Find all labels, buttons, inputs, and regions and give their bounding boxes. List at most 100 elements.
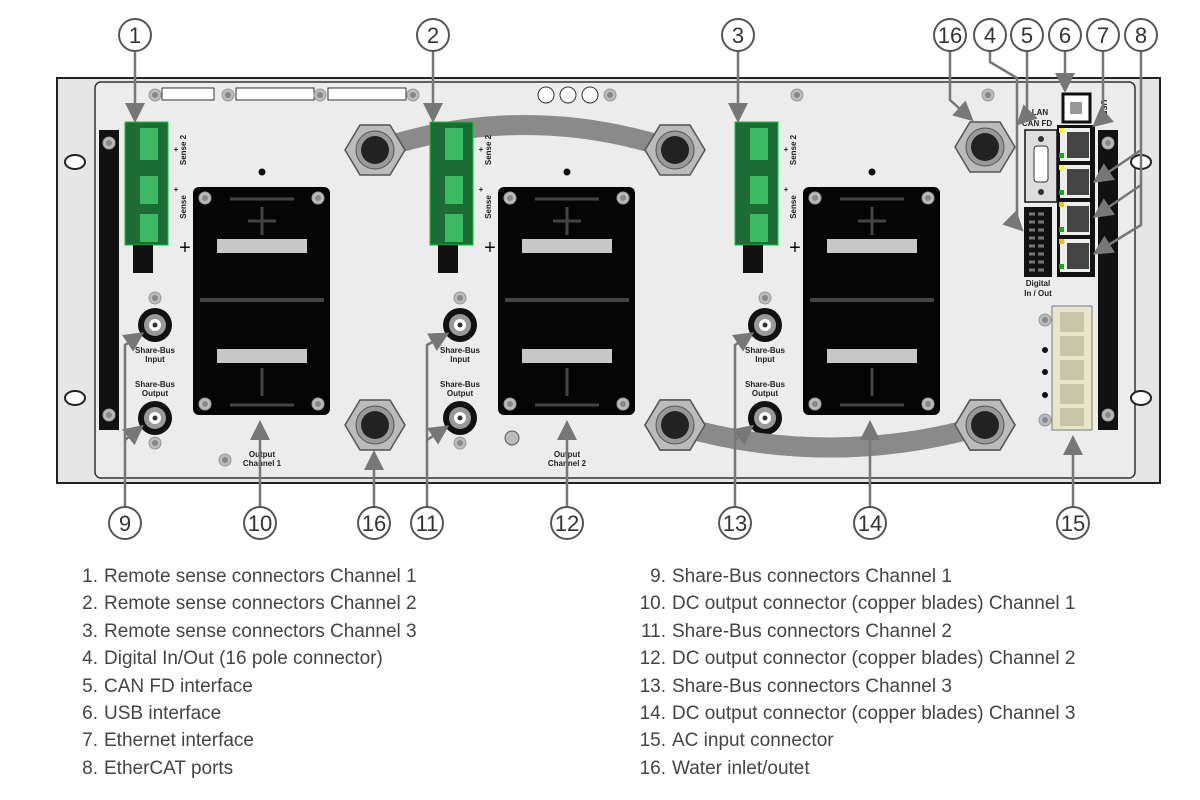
legend-text: EtherCAT ports — [104, 757, 234, 779]
panel-label: + — [479, 145, 484, 154]
panel-label: Share-Bus — [135, 346, 176, 355]
left-rail — [99, 130, 119, 430]
panel-label: + — [784, 185, 789, 194]
legend-item: 4. Digital In/Out (16 pole connector) — [60, 645, 417, 672]
callout-2: 2 — [427, 23, 439, 48]
legend-number: 6. — [82, 703, 98, 725]
callout-12: 12 — [555, 511, 579, 536]
svg-text:+: + — [484, 237, 496, 259]
legend-number: 3. — [82, 620, 98, 642]
panel-label: + — [174, 145, 179, 154]
callout-8: 8 — [1135, 23, 1147, 48]
legend-number: 13. — [639, 675, 666, 697]
callout-16b: 16 — [362, 511, 386, 536]
legend-left: 1. Remote sense connectors Channel 1 2. Rem… — [60, 563, 417, 782]
legend-number: 1. — [82, 566, 98, 587]
rj45-port — [1059, 239, 1090, 272]
vent-slot — [161, 87, 215, 101]
legend-number: 12. — [639, 648, 666, 670]
legend-text: USB interface — [104, 703, 222, 725]
legend-text: CAN FD interface — [104, 675, 253, 697]
legend-text: Share-Bus connectors Channel 3 — [672, 675, 952, 697]
rack-handle-hole — [64, 154, 86, 170]
legend-text: Remote sense connectors Channel 2 — [104, 593, 417, 615]
panel-label: Output — [447, 389, 474, 398]
legend-right: 9. Share-Bus connectors Channel 1 10. DC ou… — [630, 563, 1076, 782]
digital-io-label: Digital — [1026, 279, 1050, 288]
callout-13: 13 — [723, 511, 747, 536]
panel-label: Input — [145, 355, 165, 364]
sense-label: Sense — [179, 195, 188, 219]
panel-label: Sense — [789, 195, 798, 219]
legend-number: 16. — [639, 757, 666, 779]
legend-number: 15. — [639, 730, 666, 752]
legend-text: Remote sense connectors Channel 1 — [104, 566, 417, 587]
legend-text: Share-Bus connectors Channel 1 — [672, 566, 952, 587]
callout-1: 1 — [129, 23, 141, 48]
legend-item: 9. Share-Bus connectors Channel 1 — [630, 563, 1075, 590]
legend-text: DC output connector (copper blades) Chan… — [672, 648, 1076, 670]
callout-9: 9 — [119, 511, 131, 536]
legend-text: Remote sense connectors Channel 3 — [104, 620, 417, 642]
legend-number: 11. — [640, 620, 666, 642]
legend-item: 11. Share-Bus connectors Channel 2 — [630, 618, 1075, 645]
legend-item: 13. Share-Bus connectors Channel 3 — [630, 673, 1075, 700]
svg-text:+: + — [789, 237, 801, 259]
panel-label: Sense 2 — [789, 134, 798, 165]
legend-item: 8. EtherCAT ports — [60, 755, 417, 782]
legend-item: 7. Ethernet interface — [60, 727, 417, 754]
callout-3: 3 — [732, 23, 744, 48]
panel-label: + — [784, 145, 789, 154]
right-rail — [1098, 130, 1118, 430]
legend-text: DC output connector (copper blades) Chan… — [672, 593, 1076, 615]
panel-label: Share-Bus — [440, 380, 481, 389]
legend-item: 3. Remote sense connectors Channel 3 — [60, 618, 417, 645]
vent-slot — [327, 87, 407, 101]
callout-7: 7 — [1097, 23, 1109, 48]
rack-handle-hole — [1130, 390, 1152, 406]
panel-label: Share-Bus — [745, 380, 786, 389]
legend-item: 10. DC output connector (copper blades) C… — [630, 590, 1076, 617]
svg-text:+: + — [179, 237, 191, 259]
callout-11: 11 — [416, 511, 439, 536]
callout-16: 16 — [938, 23, 962, 48]
digital-io-connector — [1024, 207, 1052, 277]
panel-label: Output — [752, 389, 779, 398]
panel-label: Share-Bus — [135, 380, 176, 389]
legend-number: 4. — [82, 648, 98, 670]
legend-text: Ethernet interface — [104, 730, 254, 752]
panel-label: + — [479, 185, 484, 194]
legend-item: 15. AC input connector — [630, 727, 1075, 754]
legend-item: 5. CAN FD interface — [60, 673, 417, 700]
callout-6: 6 — [1059, 23, 1071, 48]
panel-label: Share-Bus — [440, 346, 481, 355]
callout-10: 10 — [248, 511, 272, 536]
output-channel-1-label: Output — [249, 450, 276, 459]
callout-14: 14 — [858, 511, 882, 536]
legend-number: 2. — [82, 593, 98, 615]
legend-number: 14. — [639, 703, 666, 725]
legend-number: 7. — [82, 730, 98, 752]
legend-text: Share-Bus connectors Channel 2 — [672, 620, 952, 642]
panel-label: Share-Bus — [745, 346, 786, 355]
legend-item: 2. Remote sense connectors Channel 2 — [60, 590, 417, 617]
legend-item: 1. Remote sense connectors Channel 1 — [60, 563, 417, 590]
legend-text: Water inlet/outet — [672, 757, 810, 779]
legend-item: 14. DC output connector (copper blades) C… — [630, 700, 1076, 727]
legend-number: 5. — [82, 675, 98, 697]
legend-text: AC input connector — [672, 730, 834, 752]
panel-label: Channel 1 — [243, 459, 282, 468]
output-channel-3-label: Output — [859, 459, 886, 468]
can-fd-label: CAN FD — [1022, 119, 1052, 128]
rj45-port — [1059, 128, 1090, 161]
legend-number: 10. — [639, 593, 666, 615]
rj45-port — [1059, 165, 1090, 198]
panel-label: In / Out — [1024, 289, 1052, 298]
panel-label: Sense 2 — [484, 134, 493, 165]
vent-slot — [235, 87, 315, 101]
legend-number: 9. — [650, 566, 666, 587]
legend-item: 16. Water inlet/outet — [630, 755, 1075, 782]
panel-label: Input — [755, 355, 775, 364]
panel-label: Output — [142, 389, 169, 398]
sense2-label: Sense 2 — [179, 134, 188, 165]
